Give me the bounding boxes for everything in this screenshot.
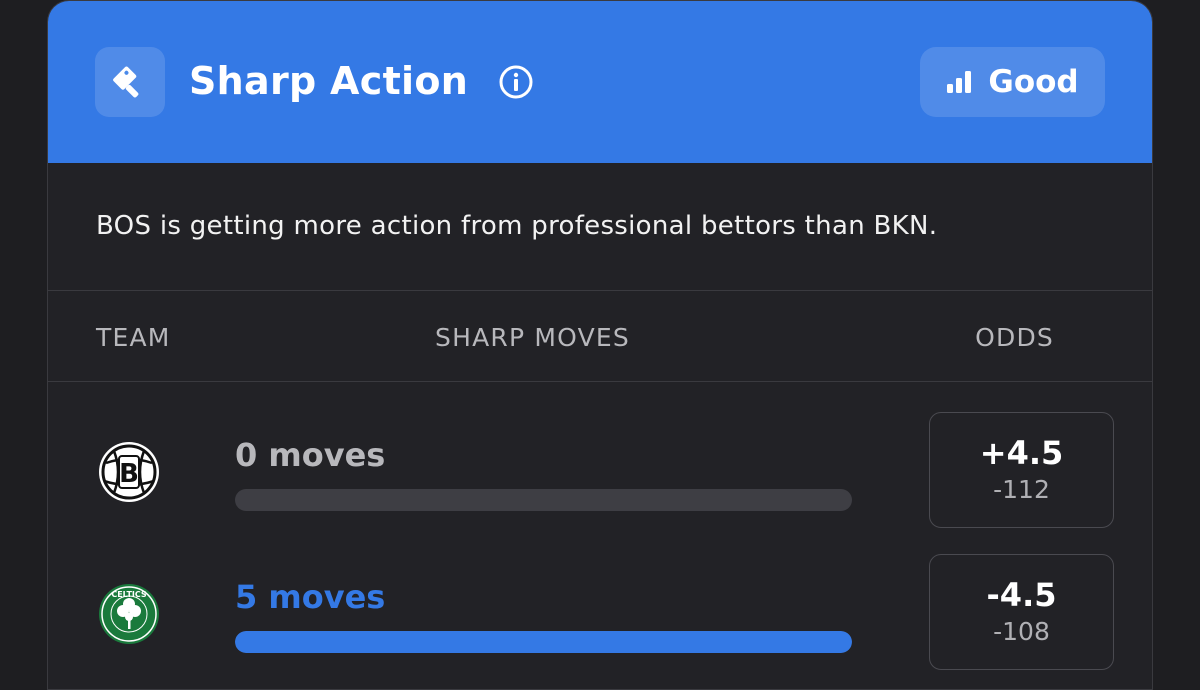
sharp-action-card: Sharp Action Good BOS is getting more ac… xyxy=(47,0,1153,690)
brooklyn-nets-logo: B xyxy=(99,442,159,502)
info-icon[interactable] xyxy=(498,64,534,100)
moves-progress-bar xyxy=(235,489,852,511)
column-headers: TEAM SHARP MOVES ODDS xyxy=(48,291,1152,382)
moves-label: 5 moves xyxy=(235,578,386,616)
grade-label: Good xyxy=(988,64,1079,100)
cleaver-icon xyxy=(95,47,165,117)
card-title: Sharp Action xyxy=(189,59,469,103)
odds-spread: -4.5 xyxy=(986,576,1057,614)
svg-text:B: B xyxy=(119,459,139,489)
column-header-sharp-moves: SHARP MOVES xyxy=(435,323,630,352)
odds-price: -112 xyxy=(993,475,1050,504)
table-row: CELTICS 5 moves -4.5 -108 xyxy=(48,524,1152,670)
description-text: BOS is getting more action from professi… xyxy=(48,163,1152,291)
column-header-team: TEAM xyxy=(96,323,171,352)
odds-button[interactable]: +4.5 -112 xyxy=(929,412,1114,528)
card-header: Sharp Action Good xyxy=(48,1,1152,163)
boston-celtics-logo: CELTICS xyxy=(99,584,159,644)
signal-bars-icon xyxy=(947,71,972,93)
svg-text:CELTICS: CELTICS xyxy=(111,590,147,599)
odds-price: -108 xyxy=(993,617,1050,646)
moves-progress-fill xyxy=(235,631,852,653)
moves-label: 0 moves xyxy=(235,436,386,474)
moves-progress-bar xyxy=(235,631,852,653)
grade-badge[interactable]: Good xyxy=(920,47,1105,117)
odds-button[interactable]: -4.5 -108 xyxy=(929,554,1114,670)
table-row: B 0 moves +4.5 -112 xyxy=(48,382,1152,528)
odds-spread: +4.5 xyxy=(979,434,1064,472)
column-header-odds: ODDS xyxy=(975,323,1054,352)
